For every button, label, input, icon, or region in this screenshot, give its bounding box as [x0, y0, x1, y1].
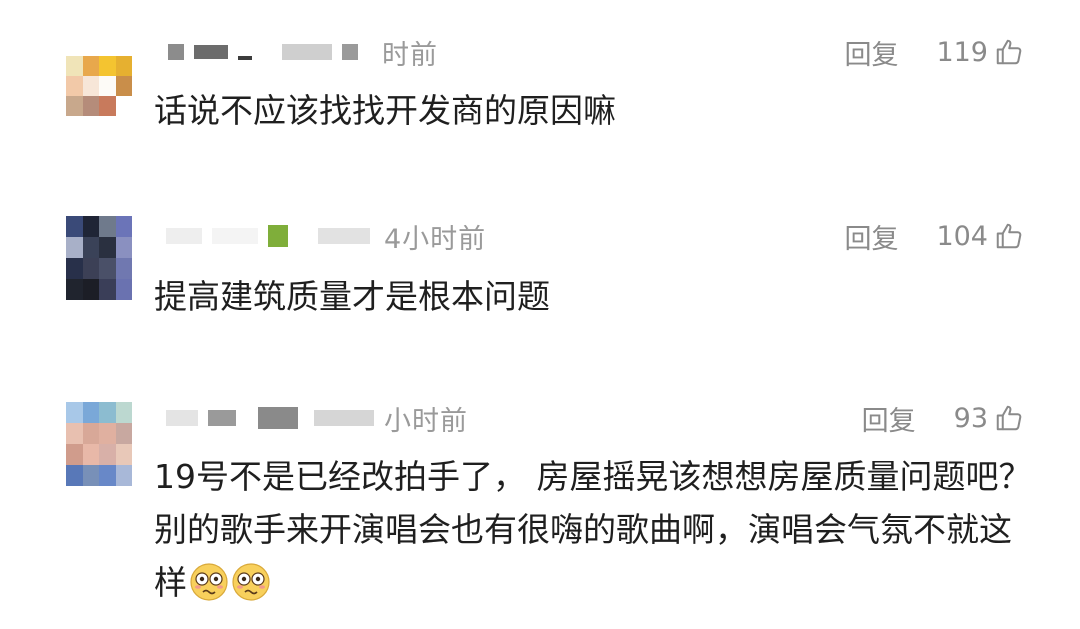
location-redacted [282, 44, 332, 60]
avatar-pixel [82, 279, 99, 300]
comment-text-content: 19号不是已经改拍手了， 房屋摇晃该想想房屋质量问题吧？别的歌手来开演唱会也有很… [154, 457, 1032, 602]
avatar-pixel [82, 96, 99, 116]
avatar-pixel [115, 402, 132, 423]
avatar-pixel [99, 402, 116, 423]
avatar-pixel [82, 76, 99, 96]
avatar-pixel [115, 216, 132, 237]
comment-meta: 4小时前 [166, 216, 486, 256]
avatar-pixel [115, 76, 132, 96]
timestamp: 时前 [382, 39, 438, 71]
avatar-pixel [99, 96, 116, 116]
avatar[interactable] [66, 216, 132, 300]
avatar-pixel [115, 96, 132, 116]
avatar-pixel [66, 76, 83, 96]
avatar-pixel [82, 36, 99, 56]
avatar-pixel [115, 258, 132, 279]
thumbs-up-icon[interactable] [994, 37, 1024, 67]
comment-actions: 回复 104 [844, 216, 1024, 256]
avatar-pixel [82, 423, 99, 444]
comment-text: 提高建筑质量才是根本问题 [154, 277, 550, 316]
avatar-pixel [99, 279, 116, 300]
avatar-pixel [115, 237, 132, 258]
avatar-pixel [66, 96, 83, 116]
avatar-pixel [115, 279, 132, 300]
woozy-face-emoji-icon [232, 563, 270, 601]
avatar-pixel [66, 465, 83, 486]
avatar-pixel [115, 56, 132, 76]
location-redacted [342, 44, 358, 60]
avatar-pixel [99, 56, 116, 76]
avatar-pixel [99, 258, 116, 279]
username-redacted[interactable] [168, 44, 184, 60]
location-redacted [318, 228, 370, 244]
avatar-pixel [66, 56, 83, 76]
username-redacted[interactable] [258, 407, 298, 429]
avatar-pixel [99, 36, 116, 56]
avatar-pixel [99, 444, 116, 465]
avatar-pixel [66, 36, 83, 56]
avatar-pixel [99, 423, 116, 444]
username-redacted[interactable] [166, 410, 198, 426]
avatar-pixel [82, 56, 99, 76]
username-redacted[interactable] [268, 225, 288, 247]
timestamp: 小时前 [384, 405, 468, 437]
avatar-pixel [82, 444, 99, 465]
username-redacted[interactable] [238, 56, 252, 60]
avatar-pixel [66, 258, 83, 279]
avatar-pixel [66, 444, 83, 465]
like-count: 93 [953, 402, 988, 434]
like-count: 104 [936, 220, 988, 252]
avatar-pixel [82, 402, 99, 423]
reply-button[interactable]: 回复 [844, 33, 898, 72]
reply-button[interactable]: 回复 [844, 217, 898, 256]
avatar-pixel [82, 465, 99, 486]
avatar-pixel [66, 237, 83, 258]
location-redacted [314, 410, 374, 426]
avatar-pixel [115, 423, 132, 444]
comment-actions: 回复 119 [844, 32, 1024, 72]
thumbs-up-icon[interactable] [994, 221, 1024, 251]
username-redacted[interactable] [212, 228, 258, 244]
comment-actions: 回复 93 [862, 398, 1024, 438]
avatar-pixel [82, 258, 99, 279]
username-redacted[interactable] [166, 228, 202, 244]
avatar-pixel [115, 465, 132, 486]
avatar-pixel [66, 279, 83, 300]
reply-button[interactable]: 回复 [862, 399, 916, 438]
comment-meta: 时前 [168, 32, 438, 72]
avatar-pixel [115, 36, 132, 56]
avatar-pixel [99, 216, 116, 237]
avatar-pixel [99, 465, 116, 486]
username-redacted[interactable] [194, 45, 228, 59]
avatar-pixel [66, 402, 83, 423]
avatar[interactable] [66, 36, 132, 116]
timestamp: 4小时前 [384, 223, 487, 255]
woozy-face-emoji-icon [190, 563, 228, 601]
avatar-pixel [66, 423, 83, 444]
avatar-pixel [82, 216, 99, 237]
avatar-pixel [99, 237, 116, 258]
avatar-pixel [66, 216, 83, 237]
comment-text: 19号不是已经改拍手了， 房屋摇晃该想想房屋质量问题吧？别的歌手来开演唱会也有很… [154, 450, 1034, 609]
avatar-pixel [115, 444, 132, 465]
thumbs-up-icon[interactable] [994, 403, 1024, 433]
avatar-pixel [99, 76, 116, 96]
comment-meta: 小时前 [166, 398, 468, 438]
avatar-pixel [82, 237, 99, 258]
username-redacted[interactable] [208, 410, 236, 426]
like-count: 119 [936, 36, 988, 68]
avatar[interactable] [66, 402, 132, 486]
comment-text: 话说不应该找找开发商的原因嘛 [154, 91, 616, 130]
